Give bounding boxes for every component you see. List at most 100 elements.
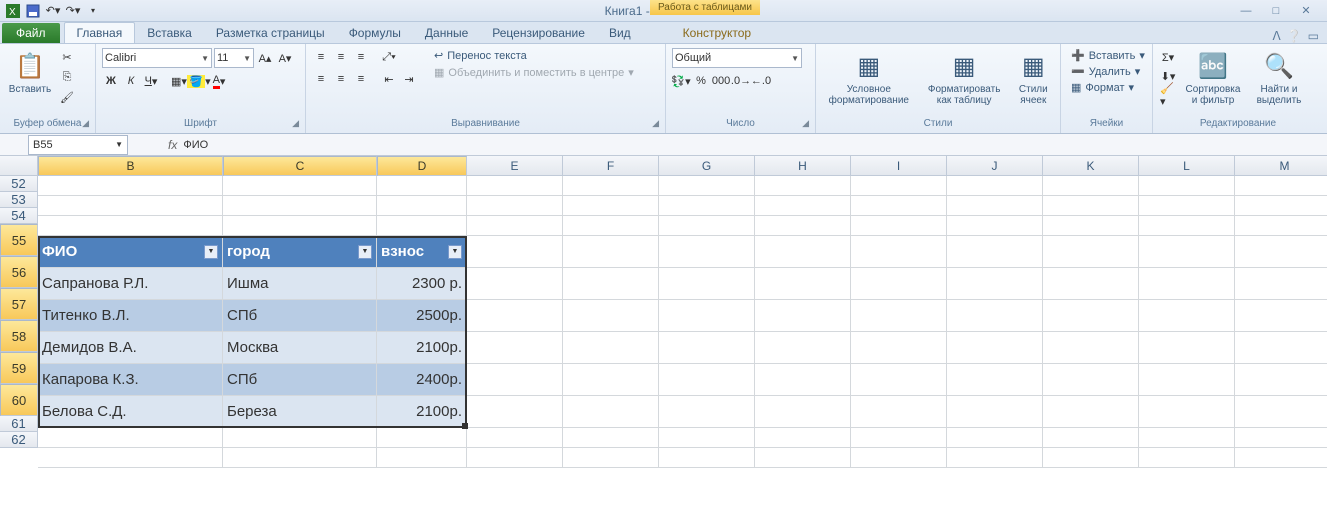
cell[interactable] xyxy=(563,300,659,332)
delete-cells-button[interactable]: ➖Удалить ▾ xyxy=(1067,64,1144,79)
excel-icon[interactable]: X xyxy=(4,2,22,20)
cell[interactable] xyxy=(659,364,755,396)
cell[interactable] xyxy=(563,396,659,428)
cell[interactable] xyxy=(755,396,851,428)
number-format-select[interactable]: Общий▼ xyxy=(672,48,802,68)
cell[interactable] xyxy=(755,300,851,332)
cell[interactable] xyxy=(1043,268,1139,300)
fill-color-icon[interactable]: 🪣▾ xyxy=(190,72,208,90)
cell[interactable] xyxy=(851,300,947,332)
cell[interactable] xyxy=(659,196,755,216)
tab-review[interactable]: Рецензирование xyxy=(480,23,597,43)
cell[interactable] xyxy=(1043,396,1139,428)
conditional-formatting-button[interactable]: ▦Условное форматирование xyxy=(822,48,916,108)
cell[interactable]: СПб xyxy=(223,300,377,332)
column-header[interactable]: G xyxy=(659,156,755,176)
cell[interactable] xyxy=(659,176,755,196)
cell[interactable] xyxy=(1139,300,1235,332)
cell[interactable] xyxy=(755,448,851,468)
minimize-ribbon-icon[interactable]: ᐱ xyxy=(1272,29,1280,43)
column-header[interactable]: L xyxy=(1139,156,1235,176)
cell[interactable] xyxy=(563,216,659,236)
font-name-select[interactable]: Calibri▼ xyxy=(102,48,212,68)
merge-center-button[interactable]: ▦Объединить и поместить в центре ▾ xyxy=(430,65,638,80)
cell[interactable] xyxy=(755,364,851,396)
cell[interactable] xyxy=(947,396,1043,428)
align-top-icon[interactable]: ≡ xyxy=(312,48,330,66)
cell[interactable] xyxy=(659,300,755,332)
font-color-icon[interactable]: А▾ xyxy=(210,72,228,90)
align-left-icon[interactable]: ≡ xyxy=(312,70,330,88)
cell[interactable] xyxy=(851,364,947,396)
cell[interactable] xyxy=(947,196,1043,216)
cell[interactable] xyxy=(1235,448,1327,468)
column-header[interactable]: J xyxy=(947,156,1043,176)
cell[interactable]: 2100р. xyxy=(377,396,467,428)
cell[interactable] xyxy=(755,236,851,268)
cell[interactable] xyxy=(38,196,223,216)
tab-home[interactable]: Главная xyxy=(64,22,136,43)
comma-icon[interactable]: 000 xyxy=(712,72,730,90)
format-as-table-button[interactable]: ▦Форматировать как таблицу xyxy=(920,48,1009,108)
column-header[interactable]: B xyxy=(38,156,223,176)
cell[interactable] xyxy=(38,176,223,196)
fx-icon[interactable]: fx xyxy=(168,138,177,152)
cell[interactable] xyxy=(223,216,377,236)
cell[interactable] xyxy=(1235,364,1327,396)
row-header[interactable]: 62 xyxy=(0,432,38,448)
cell[interactable] xyxy=(755,332,851,364)
cell[interactable] xyxy=(947,300,1043,332)
align-right-icon[interactable]: ≡ xyxy=(352,70,370,88)
row-header[interactable]: 59 xyxy=(0,352,38,384)
cell[interactable] xyxy=(947,332,1043,364)
cell[interactable] xyxy=(563,448,659,468)
align-bottom-icon[interactable]: ≡ xyxy=(352,48,370,66)
cell[interactable] xyxy=(659,428,755,448)
cell[interactable] xyxy=(851,176,947,196)
cell[interactable] xyxy=(851,216,947,236)
cell[interactable] xyxy=(947,364,1043,396)
cell[interactable] xyxy=(1139,396,1235,428)
cell[interactable] xyxy=(947,236,1043,268)
cell[interactable] xyxy=(851,428,947,448)
help-icon[interactable]: ❔ xyxy=(1287,29,1302,43)
format-painter-icon[interactable]: 🖌 xyxy=(58,88,76,106)
row-header[interactable]: 52 xyxy=(0,176,38,192)
cell[interactable] xyxy=(1043,300,1139,332)
cell[interactable] xyxy=(377,176,467,196)
row-header[interactable]: 60 xyxy=(0,384,38,416)
cell[interactable] xyxy=(851,196,947,216)
shrink-font-icon[interactable]: A▾ xyxy=(276,49,294,67)
sort-filter-button[interactable]: 🔤Сортировка и фильтр xyxy=(1181,48,1245,108)
cell[interactable] xyxy=(851,396,947,428)
cell[interactable] xyxy=(1043,364,1139,396)
orientation-icon[interactable]: ⤢▾ xyxy=(380,48,398,66)
tab-page-layout[interactable]: Разметка страницы xyxy=(204,23,337,43)
cell[interactable] xyxy=(1139,268,1235,300)
paste-button[interactable]: 📋 Вставить xyxy=(6,48,54,97)
autosum-icon[interactable]: Σ▾ xyxy=(1159,48,1177,66)
cell[interactable]: взнос▼ xyxy=(377,236,467,268)
insert-cells-button[interactable]: ➕Вставить ▾ xyxy=(1067,48,1149,63)
close-icon[interactable]: ✕ xyxy=(1297,4,1315,18)
cell[interactable] xyxy=(1235,196,1327,216)
cell[interactable] xyxy=(1235,300,1327,332)
copy-icon[interactable]: ⎘ xyxy=(58,68,76,86)
cell[interactable] xyxy=(755,268,851,300)
cell[interactable]: Москва xyxy=(223,332,377,364)
cell[interactable] xyxy=(947,428,1043,448)
row-header[interactable]: 56 xyxy=(0,256,38,288)
italic-button[interactable]: К xyxy=(122,72,140,90)
find-select-button[interactable]: 🔍Найти и выделить xyxy=(1249,48,1309,108)
cell[interactable] xyxy=(1043,448,1139,468)
cell[interactable] xyxy=(1139,236,1235,268)
font-size-select[interactable]: 11▼ xyxy=(214,48,254,68)
clear-icon[interactable]: 🧹▾ xyxy=(1159,86,1177,104)
redo-icon[interactable]: ↷▾ xyxy=(64,2,82,20)
cell[interactable] xyxy=(467,268,563,300)
cell[interactable] xyxy=(1235,268,1327,300)
underline-button[interactable]: Ч▾ xyxy=(142,72,160,90)
cell[interactable] xyxy=(851,448,947,468)
column-header[interactable]: D xyxy=(377,156,467,176)
cell[interactable] xyxy=(851,268,947,300)
